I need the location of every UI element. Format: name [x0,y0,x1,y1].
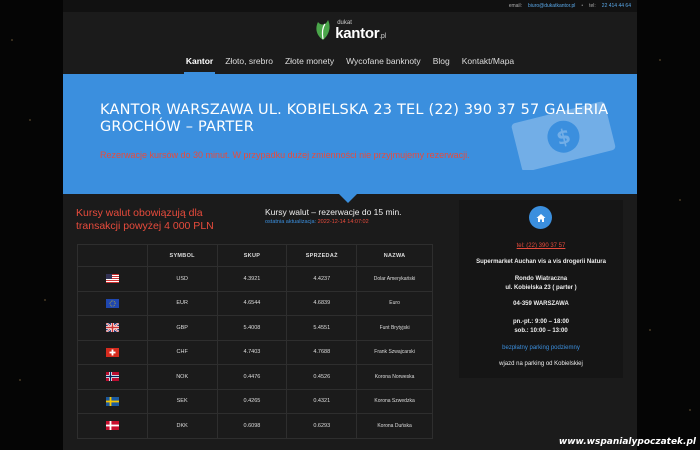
name-cell: Korona Duńska [356,413,433,439]
tel-link[interactable]: 22 414 44 64 [602,3,631,9]
rates-heading: Kursy walut – rezerwacje do 15 min. [265,207,402,217]
symbol-cell: CHF [146,339,218,365]
sell-cell: 0.4321 [286,388,358,414]
banknote-dollar-icon: $ [511,101,616,170]
sell-cell: 4.7688 [286,339,358,365]
exchange-rates-table: SYMBOL SKUP SPRZEDAŻ NAZWA USD 4.3921 4.… [77,244,433,439]
symbol-cell: EUR [146,290,218,316]
name-cell: Korona Norweska [356,364,433,390]
topbar: email: biuro@dukatkantor.pl • tel: 22 41… [63,0,637,12]
email-label: email: [508,3,523,9]
name-cell: Funt Brytyjski [356,315,433,341]
table-header-row: SYMBOL SKUP SPRZEDAŻ NAZWA [77,244,433,267]
last-update: ostatnia aktualizacja: 2022-12-14 14:07:… [265,219,402,225]
table-row: NOK 0.4476 0.4526 Korona Norweska [77,364,433,390]
buy-cell: 4.6544 [216,290,288,316]
rates-header: Kursy walut – rezerwacje do 15 min. osta… [265,207,402,225]
symbol-cell: DKK [146,413,218,439]
sell-cell: 4.4237 [286,266,358,292]
sidebar-parking: bezpłatny parking podziemny [502,345,580,351]
column-header-buy: SKUP [216,244,288,267]
usa-flag-icon [105,274,119,284]
table-row: SEK 0.4265 0.4321 Korona Szwedzka [77,388,433,414]
nav-item-contact-map[interactable]: Kontakt/Mapa [456,48,520,74]
sell-cell: 0.4526 [286,364,358,390]
watermark: www.wspanialypoczatek.pl [558,437,696,447]
logo-tld: .pl [379,32,386,40]
sidebar-roundabout: Rondo Wiatraczna [514,276,568,282]
table-row: CHF 4.7403 4.7688 Frank Szwajcarski [77,339,433,365]
symbol-cell: GBP [146,315,218,341]
logo-big-text: kantor [335,24,380,42]
page-container: email: biuro@dukatkantor.pl • tel: 22 41… [63,0,637,450]
buy-cell: 0.6098 [216,413,288,439]
sell-cell: 4.6839 [286,290,358,316]
uk-flag-icon [105,323,119,333]
contact-sidebar: tel: (22) 390 37 57 Supermarket Auchan v… [459,200,623,378]
home-icon [536,213,545,222]
table-row: EUR 4.6544 4.6839 Euro [77,290,433,316]
tel-label: tel: [589,3,596,9]
symbol-cell: NOK [146,364,218,390]
hero-banner: KANTOR WARSZAWA UL. KOBIELSKA 23 TEL (22… [63,74,637,194]
name-cell: Euro [356,290,433,316]
sidebar-city: 04-359 WARSZAWA [513,301,569,307]
sell-cell: 5.4551 [286,315,358,341]
last-update-label: ostatnia aktualizacja: [265,219,317,225]
name-cell: Korona Szwedzka [356,388,433,414]
sidebar-entrance: wjazd na parking od Kobielskiej [499,361,583,367]
eu-flag-icon [105,298,119,308]
sidebar-place: Supermarket Auchan vis a vis drogerii Na… [476,259,606,265]
column-header-flag [77,244,148,267]
buy-cell: 0.4476 [216,364,288,390]
nav-item-gold-silver[interactable]: Złoto, srebro [219,48,279,74]
sell-cell: 0.6293 [286,413,358,439]
last-update-value: 2022-12-14 14:07:02 [317,219,369,225]
buy-cell: 4.3921 [216,266,288,292]
leaf-logo-icon [316,20,330,40]
buy-cell: 5.4008 [216,315,288,341]
norway-flag-icon [105,372,119,382]
min-transaction-notice: Kursy walut obowiązują dla transakcji po… [76,207,214,232]
main-nav: Kantor Złoto, srebro Złote monety Wycofa… [63,48,637,74]
sweden-flag-icon [105,396,119,406]
buy-cell: 4.7403 [216,339,288,365]
column-header-name: NAZWA [356,244,433,267]
buy-cell: 0.4265 [216,388,288,414]
nav-item-blog[interactable]: Blog [427,48,456,74]
table-row: GBP 5.4008 5.4551 Funt Brytyjski [77,315,433,341]
home-button[interactable] [529,206,552,229]
column-header-symbol: SYMBOL [146,244,218,267]
hero-pointer [339,194,357,203]
sidebar-hours-weekday: pn.-pt.: 9:00 – 18:00 [512,319,569,325]
table-row: USD 4.3921 4.4237 Dolar Amerykański [77,266,433,292]
denmark-flag-icon [105,421,119,431]
name-cell: Dolar Amerykański [356,266,433,292]
nav-item-withdrawn-banknotes[interactable]: Wycofane banknoty [340,48,427,74]
sidebar-hours-saturday: sob.: 10:00 – 13:00 [514,328,568,334]
logo-area: dukat kantor.pl [63,12,637,48]
sidebar-tel-link[interactable]: tel: (22) 390 37 57 [459,243,623,249]
separator-dot: • [581,3,584,9]
nav-item-kantor[interactable]: Kantor [180,48,219,74]
nav-item-gold-coins[interactable]: Złote monety [279,48,340,74]
hero-subtitle: Rezerwacje kursów do 30 minut. W przypad… [100,150,470,160]
symbol-cell: USD [146,266,218,292]
email-link[interactable]: biuro@dukatkantor.pl [528,3,575,9]
column-header-sell: SPRZEDAŻ [286,244,358,267]
symbol-cell: SEK [146,388,218,414]
sidebar-street: ul. Kobielska 23 ( parter ) [505,285,577,291]
logo[interactable]: dukat kantor.pl [314,19,386,41]
swiss-flag-icon [105,347,119,357]
name-cell: Frank Szwajcarski [356,339,433,365]
table-row: DKK 0.6098 0.6293 Korona Duńska [77,413,433,439]
